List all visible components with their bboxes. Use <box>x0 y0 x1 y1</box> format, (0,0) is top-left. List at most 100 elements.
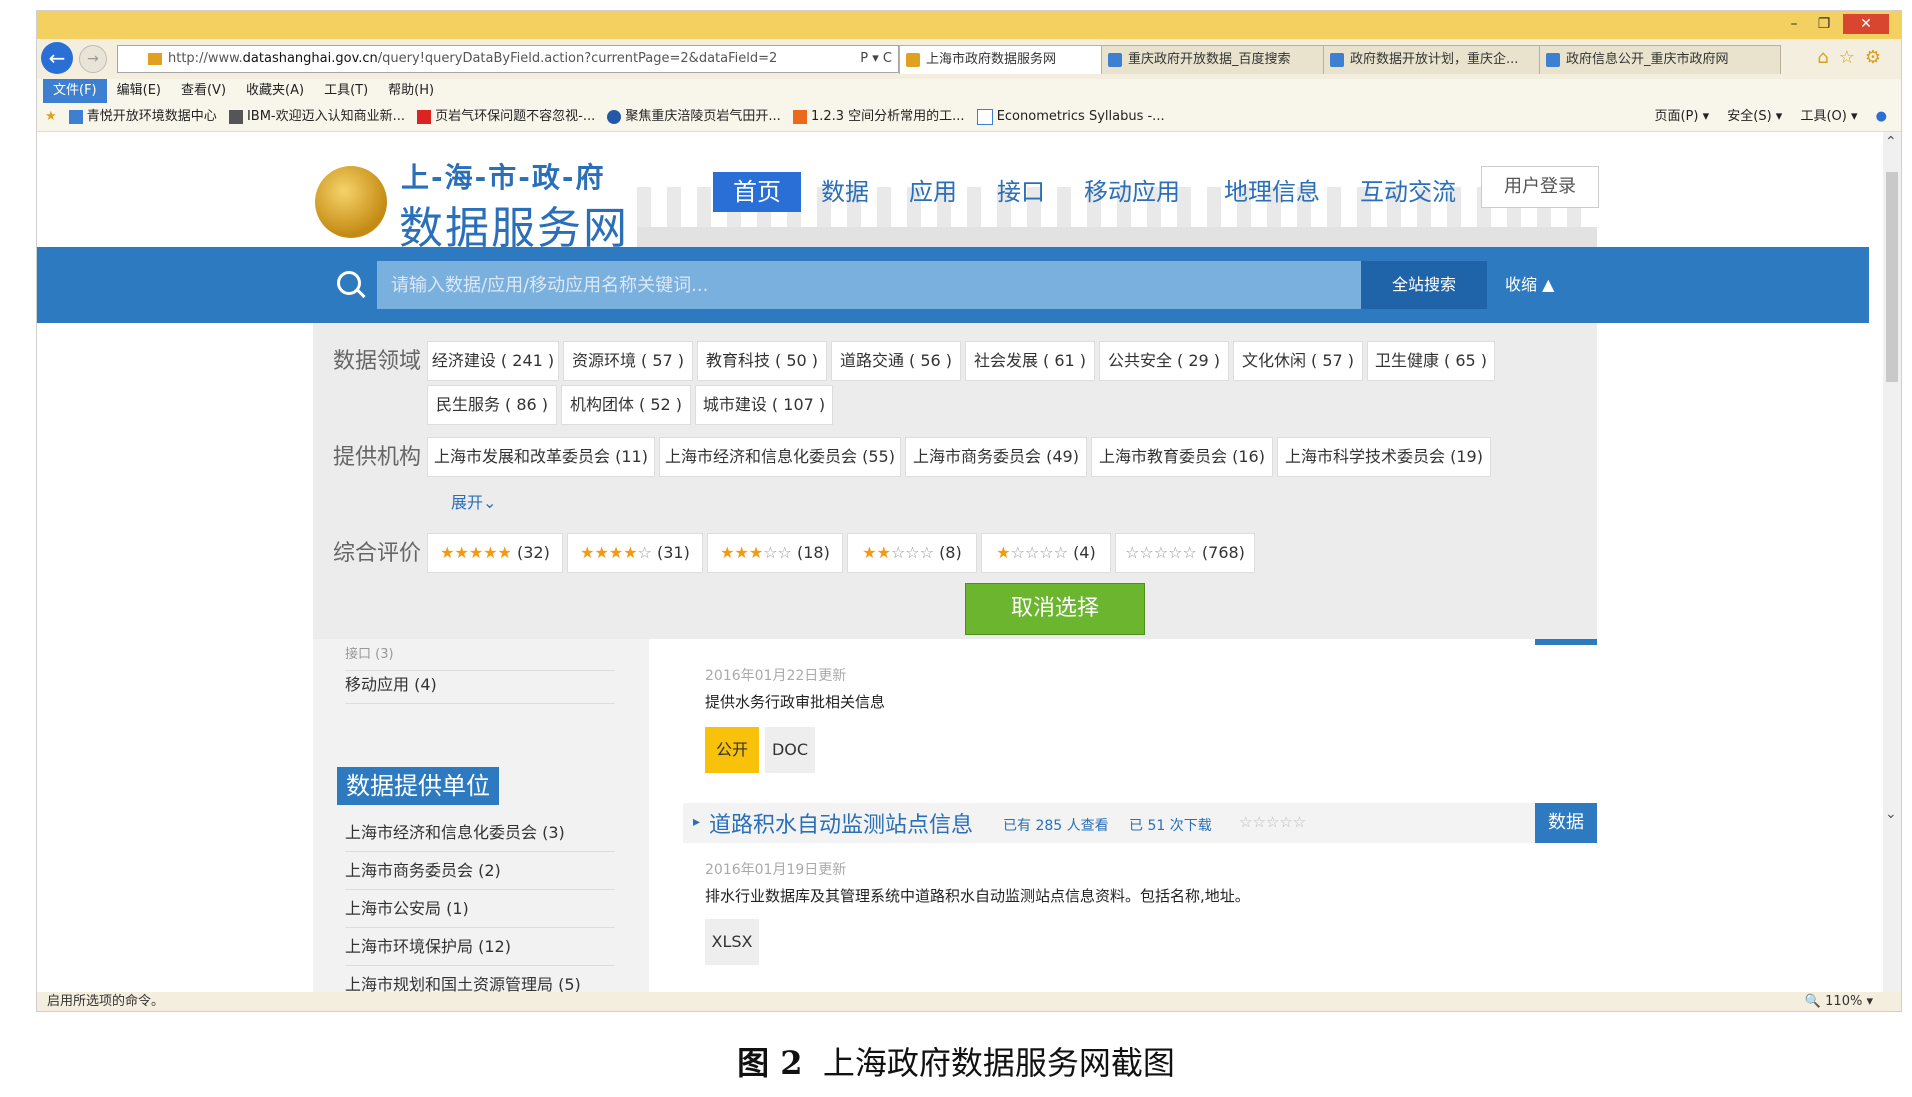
menu-view[interactable]: 查看(V) <box>171 79 236 103</box>
doc-format-tag[interactable]: DOC <box>765 727 815 773</box>
menu-favorites[interactable]: 收藏夹(A) <box>236 79 314 103</box>
favorite-link[interactable]: 1.2.3 空间分析常用的工... <box>792 103 965 131</box>
nav-data[interactable]: 数据 <box>801 172 889 212</box>
help-icon[interactable]: ● <box>1876 109 1887 124</box>
site-search-button[interactable]: 全站搜索 <box>1361 261 1487 309</box>
domain-chip[interactable]: 文化休闲 ( 57 ) <box>1233 341 1363 381</box>
result-title-link[interactable]: 道路积水自动监测站点信息 <box>709 807 973 839</box>
tab-open-data-plan[interactable]: 政府数据开放计划，重庆企... <box>1323 45 1565 74</box>
tab-baidu-search[interactable]: 重庆政府开放数据_百度搜索 <box>1101 45 1349 74</box>
zoom-value: 110% <box>1825 994 1863 1009</box>
empty-stars-icon: ☆ <box>637 543 652 562</box>
favorites-star-icon[interactable]: ★ <box>45 103 57 131</box>
nav-apps[interactable]: 应用 <box>889 172 977 212</box>
menu-tools[interactable]: 工具(T) <box>314 79 378 103</box>
favorite-link[interactable]: Econometrics Syllabus -... <box>976 103 1165 131</box>
chevron-down-icon[interactable]: ⌄ <box>1885 806 1897 822</box>
sidebar-provider-item[interactable]: 上海市公安局 (1) <box>345 895 615 928</box>
sidebar-item-mobile[interactable]: 移动应用 (4) <box>345 671 615 704</box>
nav-interact[interactable]: 互动交流 <box>1343 172 1473 212</box>
home-star-gear-icons[interactable]: ⌂☆⚙ <box>1817 47 1891 68</box>
menu-file[interactable]: 文件(F) <box>43 79 107 103</box>
favorite-label: 1.2.3 空间分析常用的工... <box>810 109 965 124</box>
cancel-selection-button[interactable]: 取消选择 <box>965 583 1145 635</box>
domain-chip[interactable]: 民生服务 ( 86 ) <box>427 385 557 425</box>
nav-geo[interactable]: 地理信息 <box>1207 172 1337 212</box>
zoom-level[interactable]: 🔍 110% ▾ <box>1805 992 1873 1011</box>
sidebar-provider-item[interactable]: 上海市环境保护局 (12) <box>345 933 615 966</box>
nav-mobile[interactable]: 移动应用 <box>1067 172 1197 212</box>
favorite-link[interactable]: IBM-欢迎迈入认知商业新... <box>228 103 405 131</box>
figure-caption-text: 上海政府数据服务网截图 <box>822 1044 1175 1082</box>
search-icon <box>337 271 361 295</box>
rating-chip-2[interactable]: ★★☆☆☆ (8) <box>847 533 977 573</box>
data-type-button[interactable]: 数据 <box>1535 803 1597 843</box>
url-path: /query!queryDataByField.action?currentPa… <box>377 51 778 66</box>
tab-shanghai-data[interactable]: 上海市政府数据服务网 × <box>899 45 1127 74</box>
org-chip[interactable]: 上海市经济和信息化委员会 (55) <box>659 437 901 477</box>
xlsx-format-tag[interactable]: XLSX <box>705 919 759 965</box>
org-chip[interactable]: 上海市科学技术委员会 (19) <box>1277 437 1491 477</box>
nav-home[interactable]: 首页 <box>713 172 801 212</box>
org-chip[interactable]: 上海市教育委员会 (16) <box>1091 437 1273 477</box>
download-count: 已 51 次下载 <box>1129 818 1212 834</box>
domain-chip[interactable]: 城市建设 ( 107 ) <box>695 385 833 425</box>
sidebar: 接口 (3) 移动应用 (4) 数据提供单位 上海市经济和信息化委员会 (3) … <box>313 639 649 992</box>
rating-chip-0[interactable]: ☆☆☆☆☆ (768) <box>1115 533 1255 573</box>
login-button[interactable]: 用户登录 <box>1481 166 1599 208</box>
back-arrow-icon[interactable]: ← <box>41 42 73 74</box>
menu-edit[interactable]: 编辑(E) <box>107 79 171 103</box>
sidebar-provider-item[interactable]: 上海市规划和国土资源管理局 (5) <box>345 971 615 992</box>
rating-chip-5[interactable]: ★★★★★ (32) <box>427 533 563 573</box>
domain-chip[interactable]: 机构团体 ( 52 ) <box>561 385 691 425</box>
sidebar-item-api[interactable]: 接口 (3) <box>345 643 615 671</box>
search-input[interactable] <box>377 261 1361 309</box>
result-date: 2016年01月19日更新 <box>705 862 847 878</box>
page-icon <box>976 108 993 125</box>
address-tools[interactable]: P ▾ C <box>860 46 892 72</box>
logo-emblem-icon <box>315 166 387 238</box>
domain-chip[interactable]: 教育科技 ( 50 ) <box>697 341 827 381</box>
tools-menu[interactable]: 工具(O) ▾ <box>1800 109 1857 124</box>
safety-menu[interactable]: 安全(S) ▾ <box>1727 109 1782 124</box>
rating-chip-4[interactable]: ★★★★☆ (31) <box>567 533 703 573</box>
collapse-toggle[interactable]: 收缩 ▲ <box>1505 261 1554 309</box>
rating-chip-3[interactable]: ★★★☆☆ (18) <box>707 533 843 573</box>
favorite-label: 青悦开放环境数据中心 <box>86 109 217 124</box>
favorite-link[interactable]: 聚焦重庆涪陵页岩气田开... <box>607 103 781 131</box>
domain-label: 数据领域 <box>333 349 422 374</box>
tab-chongqing-gov[interactable]: 政府信息公开_重庆市政府网 <box>1539 45 1781 74</box>
page-icon <box>68 109 83 124</box>
domain-chip[interactable]: 资源环境 ( 57 ) <box>563 341 693 381</box>
scroll-thumb[interactable] <box>1886 172 1898 382</box>
page-menu[interactable]: 页面(P) ▾ <box>1654 109 1709 124</box>
favorite-link[interactable]: 页岩气环保问题不容忽视-... <box>417 103 595 131</box>
forward-arrow-icon[interactable]: → <box>79 45 107 73</box>
tab-favicon-icon <box>1108 53 1122 67</box>
address-bar[interactable]: http://www.datashanghai.gov.cn/query!que… <box>117 45 899 73</box>
result-description: 排水行业数据库及其管理系统中道路积水自动监测站点信息资料。包括名称,地址。 <box>705 887 1250 905</box>
tab-label: 政府数据开放计划，重庆企... <box>1350 52 1519 67</box>
domain-chip[interactable]: 卫生健康 ( 65 ) <box>1367 341 1495 381</box>
sidebar-provider-item[interactable]: 上海市经济和信息化委员会 (3) <box>345 819 615 852</box>
favorite-link[interactable]: 青悦开放环境数据中心 <box>68 103 217 131</box>
domain-chip[interactable]: 公共安全 ( 29 ) <box>1099 341 1229 381</box>
menu-help[interactable]: 帮助(H) <box>378 79 444 103</box>
domain-chip[interactable]: 社会发展 ( 61 ) <box>965 341 1095 381</box>
org-chip[interactable]: 上海市发展和改革委员会 (11) <box>427 437 655 477</box>
expand-link[interactable]: 展开⌄ <box>451 489 496 513</box>
tab-label: 政府信息公开_重庆市政府网 <box>1566 52 1729 67</box>
close-window-button[interactable]: ✕ <box>1843 14 1889 34</box>
sidebar-provider-item[interactable]: 上海市商务委员会 (2) <box>345 857 615 890</box>
minimize-button[interactable]: – <box>1781 14 1807 34</box>
domain-chip[interactable]: 道路交通 ( 56 ) <box>831 341 961 381</box>
nav-api[interactable]: 接口 <box>977 172 1065 212</box>
maximize-button[interactable]: ❐ <box>1811 14 1837 34</box>
chevron-up-icon[interactable]: ⌃ <box>1885 134 1897 150</box>
rating-chip-1[interactable]: ★☆☆☆☆ (4) <box>981 533 1111 573</box>
results-list: 2016年01月22日更新 提供水务行政审批相关信息 公开 DOC ▸ 道路积水… <box>683 639 1597 992</box>
org-chip[interactable]: 上海市商务委员会 (49) <box>905 437 1087 477</box>
domain-chip[interactable]: 经济建设 ( 241 ) <box>427 341 559 381</box>
vertical-scrollbar[interactable]: ⌃ ⌄ <box>1883 132 1901 992</box>
data-button-edge <box>1535 639 1597 645</box>
